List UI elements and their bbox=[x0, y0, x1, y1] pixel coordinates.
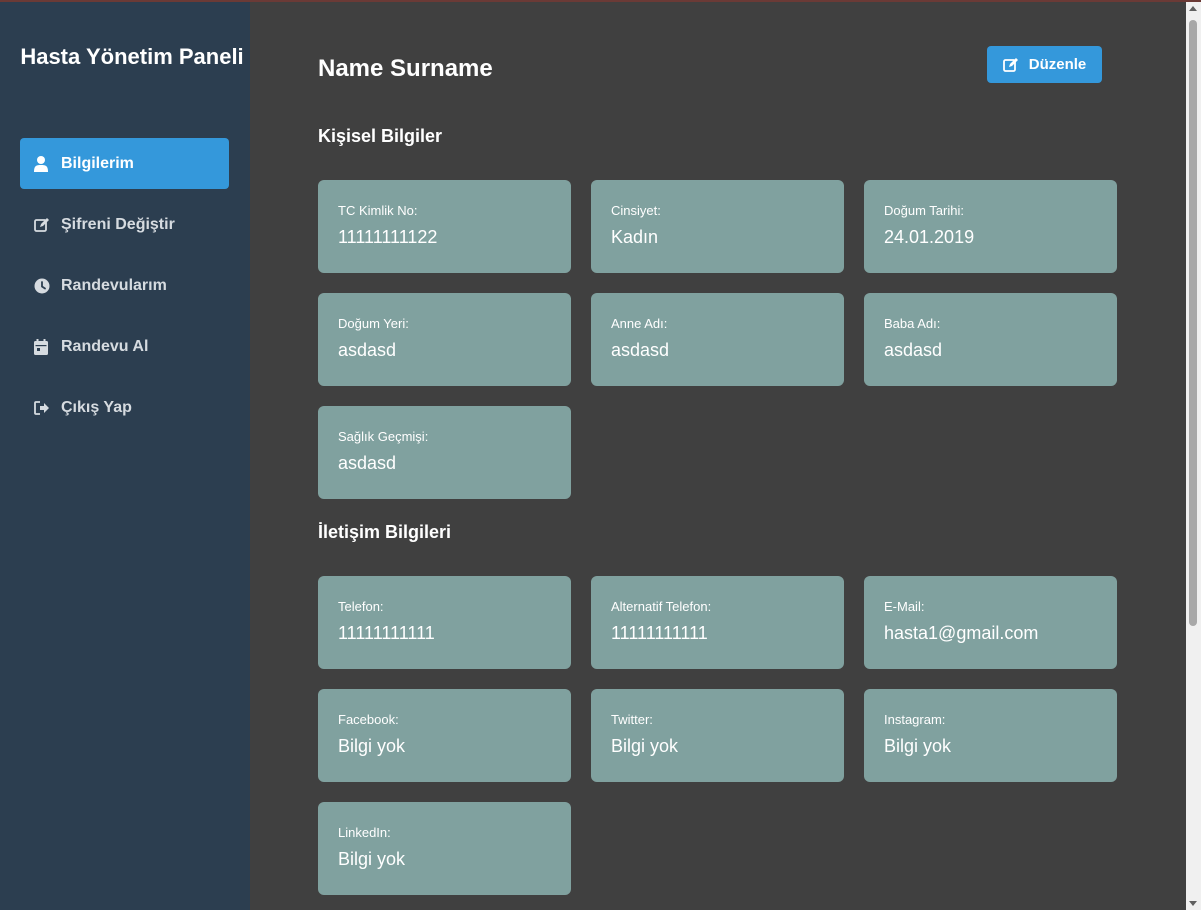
card-value: Bilgi yok bbox=[884, 736, 952, 756]
card-value: 11111111111 bbox=[338, 623, 435, 643]
card-label: Baba Adı: bbox=[884, 316, 941, 331]
card-value: 11111111111 bbox=[611, 623, 708, 643]
card-label: Doğum Yeri: bbox=[338, 316, 409, 331]
card-label: Alternatif Telefon: bbox=[611, 599, 712, 614]
clock-icon bbox=[34, 277, 52, 295]
card-value: asdasd bbox=[338, 453, 397, 473]
scrollbar-thumb[interactable] bbox=[1189, 20, 1197, 626]
sign-out-icon bbox=[34, 399, 52, 417]
sidebar-item-label: Şifreni Değiştir bbox=[61, 215, 175, 233]
info-card-facebook: Facebook: Bilgi yok bbox=[318, 689, 571, 782]
edit-icon bbox=[1002, 56, 1021, 74]
info-card-alternatif-telefon: Alternatif Telefon: 11111111111 bbox=[591, 576, 844, 669]
edit-button-label: Düzenle bbox=[1028, 56, 1087, 73]
sidebar-item-label: Bilgilerim bbox=[61, 154, 134, 172]
info-card-cinsiyet: Cinsiyet: Kadın bbox=[591, 180, 844, 273]
card-label: LinkedIn: bbox=[338, 825, 391, 840]
calendar-icon bbox=[34, 338, 52, 356]
card-value: 11111111122 bbox=[338, 227, 438, 247]
sidebar-item-label: Çıkış Yap bbox=[61, 398, 132, 416]
edit-icon bbox=[34, 216, 52, 234]
info-card-tc-kimlik: TC Kimlik No: 11111111122 bbox=[318, 180, 571, 273]
sidebar-item-label: Randevularım bbox=[61, 276, 167, 294]
card-label: Telefon: bbox=[338, 599, 384, 614]
section-title-personal: Kişisel Bilgiler bbox=[318, 126, 443, 146]
vertical-scrollbar[interactable] bbox=[1186, 2, 1201, 910]
card-value: asdasd bbox=[884, 340, 943, 360]
edit-button[interactable]: Düzenle bbox=[987, 46, 1102, 83]
sidebar-item-cikis-yap[interactable]: Çıkış Yap bbox=[20, 382, 229, 433]
info-card-instagram: Instagram: Bilgi yok bbox=[864, 689, 1117, 782]
card-value: 24.01.2019 bbox=[884, 227, 975, 247]
info-card-saglik-gecmisi: Sağlık Geçmişi: asdasd bbox=[318, 406, 571, 499]
card-label: Cinsiyet: bbox=[611, 203, 661, 218]
info-card-telefon: Telefon: 11111111111 bbox=[318, 576, 571, 669]
sidebar-item-bilgilerim[interactable]: Bilgilerim bbox=[20, 138, 229, 189]
info-card-anne-adi: Anne Adı: asdasd bbox=[591, 293, 844, 386]
section-title-contact: İletişim Bilgileri bbox=[318, 522, 452, 542]
info-card-dogum-tarihi: Doğum Tarihi: 24.01.2019 bbox=[864, 180, 1117, 273]
page-title: Name Surname bbox=[318, 55, 493, 82]
card-label: Sağlık Geçmişi: bbox=[338, 429, 429, 444]
sidebar-item-sifreni-degistir[interactable]: Şifreni Değiştir bbox=[20, 199, 229, 250]
card-value: Bilgi yok bbox=[611, 736, 679, 756]
card-value: asdasd bbox=[338, 340, 397, 360]
card-label: Anne Adı: bbox=[611, 316, 668, 331]
info-card-linkedin: LinkedIn: Bilgi yok bbox=[318, 802, 571, 895]
info-card-email: E-Mail: hasta1@gmail.com bbox=[864, 576, 1117, 669]
card-value: hasta1@gmail.com bbox=[884, 623, 1039, 643]
sidebar-item-randevu-al[interactable]: Randevu Al bbox=[20, 321, 229, 372]
card-label: Instagram: bbox=[884, 712, 946, 727]
sidebar: Hasta Yönetim Paneli Bilgilerim Şifreni … bbox=[0, 2, 250, 910]
card-value: Kadın bbox=[611, 227, 659, 247]
scroll-down-icon[interactable] bbox=[1189, 901, 1197, 906]
sidebar-item-randevularim[interactable]: Randevularım bbox=[20, 260, 229, 311]
card-value: Bilgi yok bbox=[338, 736, 406, 756]
card-label: E-Mail: bbox=[884, 599, 925, 614]
info-card-dogum-yeri: Doğum Yeri: asdasd bbox=[318, 293, 571, 386]
card-label: TC Kimlik No: bbox=[338, 203, 418, 218]
sidebar-title: Hasta Yönetim Paneli bbox=[20, 44, 244, 69]
user-icon bbox=[34, 155, 52, 173]
card-value: asdasd bbox=[611, 340, 670, 360]
card-label: Facebook: bbox=[338, 712, 399, 727]
card-label: Doğum Tarihi: bbox=[884, 203, 964, 218]
info-card-baba-adi: Baba Adı: asdasd bbox=[864, 293, 1117, 386]
main-content: Name Surname Düzenle Kişisel Bilgiler TC… bbox=[250, 2, 1186, 910]
card-value: Bilgi yok bbox=[338, 849, 406, 869]
info-card-twitter: Twitter: Bilgi yok bbox=[591, 689, 844, 782]
sidebar-item-label: Randevu Al bbox=[61, 337, 149, 355]
scroll-up-icon[interactable] bbox=[1189, 6, 1197, 11]
card-label: Twitter: bbox=[611, 712, 653, 727]
